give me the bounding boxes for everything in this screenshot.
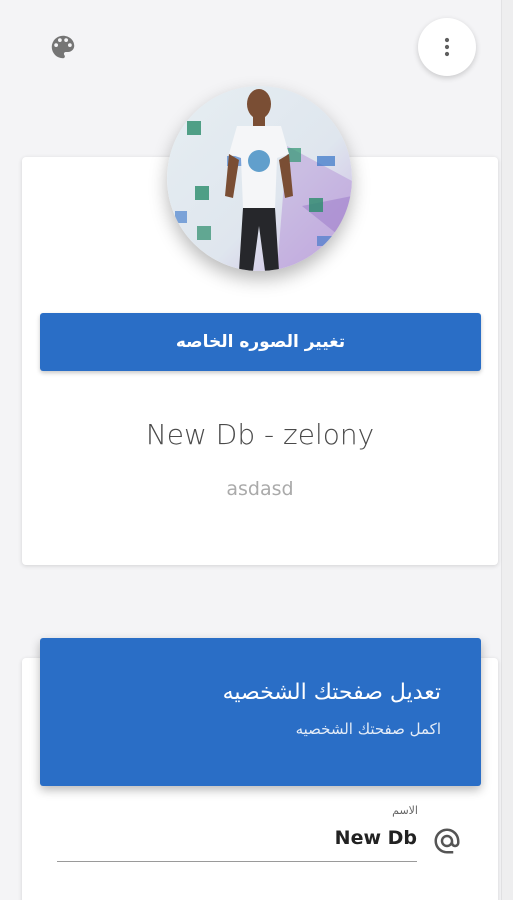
name-field[interactable] xyxy=(57,822,417,862)
profile-subtitle: asdasd xyxy=(226,478,294,500)
more-vert-icon xyxy=(444,37,450,57)
palette-icon[interactable] xyxy=(46,30,80,64)
edit-profile-title: تعديل صفحتك الشخصيه xyxy=(222,680,441,705)
profile-name: New Db - zelony xyxy=(145,418,375,451)
page-scrollbar xyxy=(501,0,513,900)
at-sign-icon xyxy=(428,822,466,860)
name-field-label: الاسم xyxy=(392,804,418,817)
change-photo-button[interactable]: تغيير الصوره الخاصه xyxy=(40,313,481,371)
edit-profile-header: تعديل صفحتك الشخصيه اكمل صفحتك الشخصيه xyxy=(40,638,481,786)
edit-profile-subtitle: اكمل صفحتك الشخصيه xyxy=(295,720,441,738)
avatar[interactable] xyxy=(167,86,352,271)
more-options-button[interactable] xyxy=(418,18,476,76)
